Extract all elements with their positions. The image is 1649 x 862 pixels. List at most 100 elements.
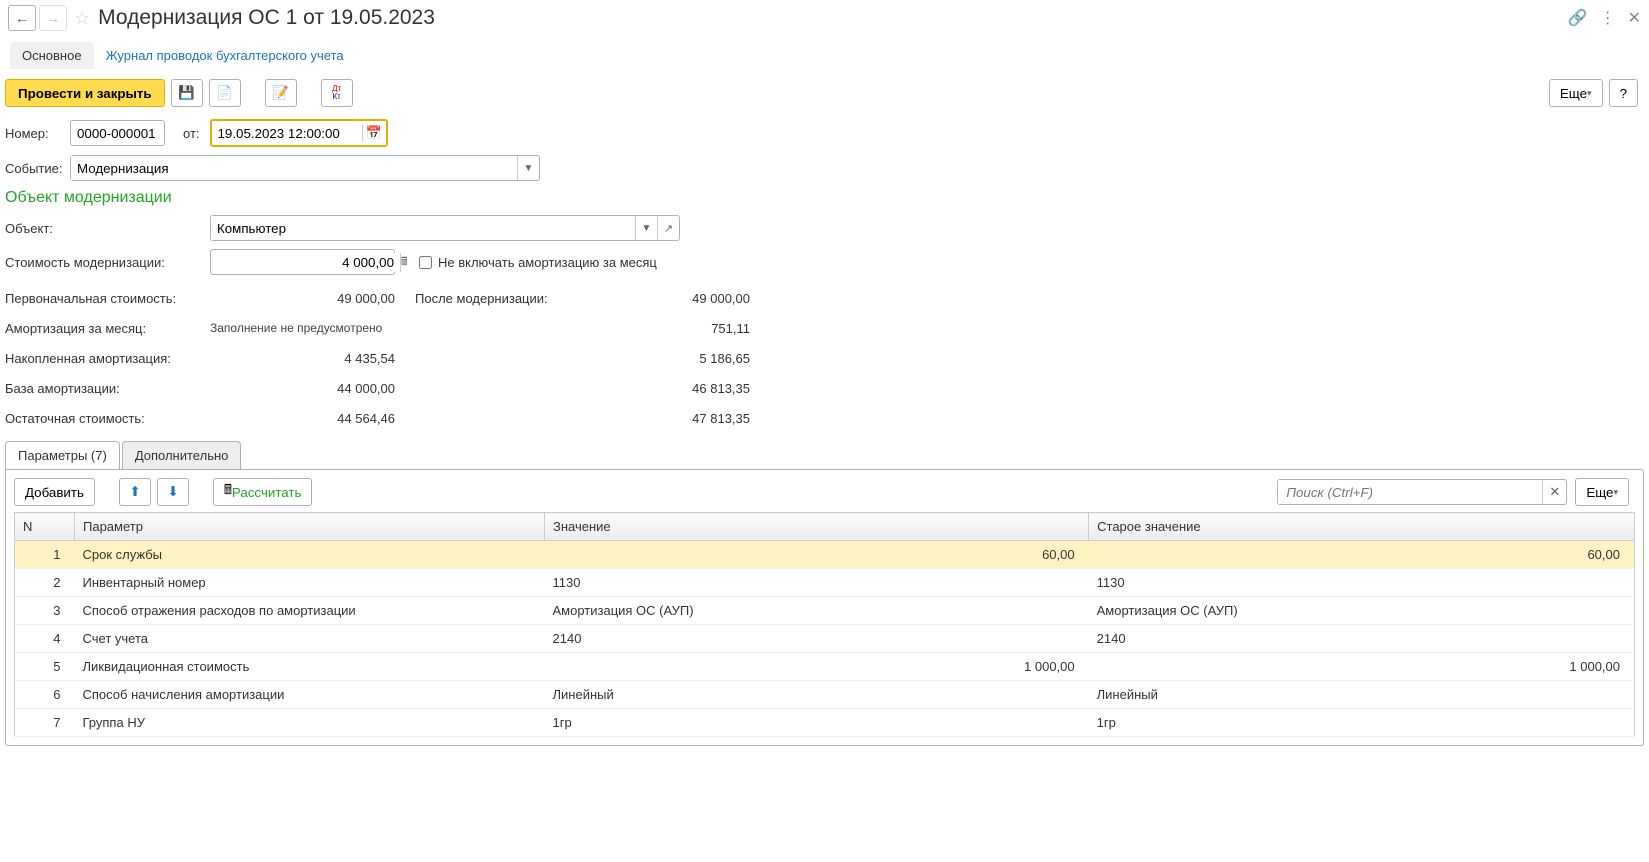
cell-param: Способ начисления амортизации bbox=[75, 681, 545, 709]
calculator-icon: 🖩 bbox=[224, 481, 232, 503]
arrow-down-icon: ⬇ bbox=[167, 484, 178, 500]
event-select: ▼ bbox=[70, 155, 540, 181]
object-label: Объект: bbox=[5, 221, 210, 236]
more-menu-icon[interactable]: ⋮ bbox=[1600, 8, 1616, 28]
cell-param: Ликвидационная стоимость bbox=[75, 653, 545, 681]
calculate-button[interactable]: 🖩 Рассчитать bbox=[213, 478, 313, 506]
residual-after: 47 813,35 bbox=[575, 411, 750, 426]
cell-old: Амортизация ОС (АУП) bbox=[1089, 597, 1635, 625]
calendar-icon: 📅 bbox=[366, 125, 382, 140]
object-input[interactable] bbox=[211, 216, 635, 240]
cell-old: Линейный bbox=[1089, 681, 1635, 709]
cell-value: 1 000,00 bbox=[545, 653, 1089, 681]
after-mod-label: После модернизации: bbox=[415, 291, 575, 306]
accum-amort-after: 5 186,65 bbox=[575, 351, 750, 366]
exclude-amort-checkbox[interactable] bbox=[419, 256, 432, 269]
base-value: 44 000,00 bbox=[210, 381, 415, 396]
cell-param: Способ отражения расходов по амортизации bbox=[75, 597, 545, 625]
from-label: от: bbox=[183, 126, 200, 141]
link-icon[interactable]: 🔗 bbox=[1568, 8, 1588, 28]
nav-forward-button[interactable]: → bbox=[39, 5, 67, 31]
search-input[interactable] bbox=[1278, 480, 1542, 504]
th-param[interactable]: Параметр bbox=[75, 513, 545, 541]
calc-icon-button[interactable]: 🖩 bbox=[400, 253, 408, 272]
table-row[interactable]: 6Способ начисления амортизацииЛинейныйЛи… bbox=[15, 681, 1635, 709]
table-row[interactable]: 1Срок службы60,0060,00 bbox=[15, 541, 1635, 569]
document-icon: 📄 bbox=[216, 85, 233, 101]
th-n[interactable]: N bbox=[15, 513, 75, 541]
cell-param: Срок службы bbox=[75, 541, 545, 569]
tab-parameters[interactable]: Параметры (7) bbox=[5, 441, 120, 469]
amort-month-after: 751,11 bbox=[575, 321, 750, 336]
base-after: 46 813,35 bbox=[575, 381, 750, 396]
tab-more-button[interactable]: Еще bbox=[1575, 478, 1629, 506]
move-up-button[interactable]: ⬆ bbox=[119, 478, 151, 506]
cell-n: 1 bbox=[15, 541, 75, 569]
tab-additional[interactable]: Дополнительно bbox=[122, 441, 242, 469]
note-icon: 📝 bbox=[272, 85, 289, 101]
object-dropdown-button[interactable]: ▼ bbox=[635, 216, 657, 240]
object-select: ▼ ↗ bbox=[210, 215, 680, 241]
cell-n: 6 bbox=[15, 681, 75, 709]
residual-value: 44 564,46 bbox=[210, 411, 415, 426]
dtkt-button[interactable]: ДтКт bbox=[321, 79, 353, 107]
table-row[interactable]: 3Способ отражения расходов по амортизаци… bbox=[15, 597, 1635, 625]
search-clear-button[interactable]: ✕ bbox=[1542, 480, 1566, 504]
nav-back-button[interactable]: ← bbox=[8, 5, 36, 31]
date-input[interactable] bbox=[212, 124, 362, 143]
table-row[interactable]: 4Счет учета21402140 bbox=[15, 625, 1635, 653]
nav-tabs: Основное Журнал проводок бухгалтерского … bbox=[0, 36, 1649, 69]
after-initial-cost-value: 49 000,00 bbox=[575, 291, 750, 306]
favorite-star-icon[interactable]: ☆ bbox=[74, 8, 90, 29]
header-bar: ← → ☆ Модернизация ОС 1 от 19.05.2023 🔗 … bbox=[0, 0, 1649, 36]
cell-value: Амортизация ОС (АУП) bbox=[545, 597, 1089, 625]
cell-n: 4 bbox=[15, 625, 75, 653]
calculate-label: Рассчитать bbox=[232, 485, 302, 500]
cost-label: Стоимость модернизации: bbox=[5, 255, 210, 270]
close-icon[interactable]: ✕ bbox=[1628, 8, 1641, 28]
table-row[interactable]: 2Инвентарный номер11301130 bbox=[15, 569, 1635, 597]
cell-value: 2140 bbox=[545, 625, 1089, 653]
cell-n: 7 bbox=[15, 709, 75, 737]
initial-cost-value: 49 000,00 bbox=[210, 291, 415, 306]
table-row[interactable]: 7Группа НУ1гр1гр bbox=[15, 709, 1635, 737]
number-input[interactable] bbox=[70, 120, 165, 146]
event-label: Событие: bbox=[5, 161, 70, 176]
cell-old: 60,00 bbox=[1089, 541, 1635, 569]
base-label: База амортизации: bbox=[5, 381, 210, 396]
table-row[interactable]: 5Ликвидационная стоимость1 000,001 000,0… bbox=[15, 653, 1635, 681]
amort-month-label: Амортизация за месяц: bbox=[5, 321, 210, 336]
cost-input[interactable] bbox=[211, 253, 400, 272]
residual-label: Остаточная стоимость: bbox=[5, 411, 210, 426]
th-value[interactable]: Значение bbox=[545, 513, 1089, 541]
note-button[interactable]: 📝 bbox=[265, 79, 297, 107]
parameters-table: N Параметр Значение Старое значение 1Сро… bbox=[14, 512, 1635, 737]
object-open-button[interactable]: ↗ bbox=[657, 216, 679, 240]
cell-param: Группа НУ bbox=[75, 709, 545, 737]
help-button[interactable]: ? bbox=[1609, 79, 1638, 107]
post-button[interactable]: 📄 bbox=[209, 79, 241, 107]
cell-old: 1130 bbox=[1089, 569, 1635, 597]
cell-value: 60,00 bbox=[545, 541, 1089, 569]
calendar-button[interactable]: 📅 bbox=[362, 125, 386, 141]
save-button[interactable]: 💾 bbox=[171, 79, 203, 107]
cell-value: 1130 bbox=[545, 569, 1089, 597]
cell-param: Счет учета bbox=[75, 625, 545, 653]
nav-tab-journal[interactable]: Журнал проводок бухгалтерского учета bbox=[94, 42, 356, 69]
th-old[interactable]: Старое значение bbox=[1089, 513, 1635, 541]
event-input[interactable] bbox=[71, 156, 517, 180]
more-button[interactable]: Еще bbox=[1549, 79, 1603, 107]
cell-old: 1 000,00 bbox=[1089, 653, 1635, 681]
cell-old: 2140 bbox=[1089, 625, 1635, 653]
event-dropdown-button[interactable]: ▼ bbox=[517, 156, 539, 180]
accum-amort-label: Накопленная амортизация: bbox=[5, 351, 210, 366]
move-down-button[interactable]: ⬇ bbox=[157, 478, 189, 506]
nav-tab-main[interactable]: Основное bbox=[10, 42, 94, 69]
exclude-amort-label: Не включать амортизацию за месяц bbox=[438, 255, 657, 270]
add-button[interactable]: Добавить bbox=[14, 478, 95, 506]
save-icon: 💾 bbox=[178, 85, 195, 101]
cell-value: 1гр bbox=[545, 709, 1089, 737]
post-and-close-button[interactable]: Провести и закрыть bbox=[5, 79, 165, 107]
section-title: Объект модернизации bbox=[5, 189, 1644, 207]
arrow-up-icon: ⬆ bbox=[129, 484, 140, 500]
